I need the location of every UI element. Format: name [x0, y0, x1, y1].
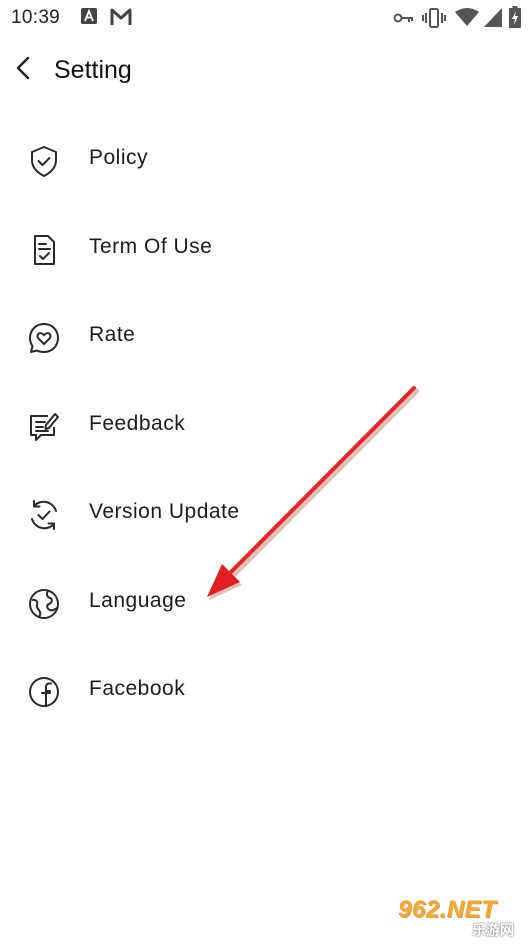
status-bar: 10:39: [0, 0, 532, 36]
menu-item-feedback[interactable]: Feedback: [0, 382, 532, 471]
menu-item-label: Language: [89, 588, 187, 612]
chevron-left-icon: [15, 55, 33, 86]
facebook-icon: [26, 674, 62, 710]
menu-item-label: Rate: [89, 323, 136, 346]
menu-item-term-of-use[interactable]: Term Of Use: [0, 205, 532, 294]
menu-item-label: Feedback: [89, 411, 186, 435]
heart-chat-icon: [26, 320, 62, 356]
gmail-icon: [110, 8, 132, 31]
menu-item-label: Version Update: [89, 500, 240, 523]
menu-item-language[interactable]: Language: [0, 559, 532, 648]
menu-item-facebook[interactable]: Facebook: [0, 647, 532, 736]
status-time: 10:39: [11, 7, 61, 28]
vpn-key-icon: [393, 11, 415, 30]
globe-icon: [26, 586, 62, 622]
menu-item-version-update[interactable]: Version Update: [0, 470, 532, 559]
menu-item-label: Policy: [89, 146, 149, 169]
menu-item-label: Facebook: [89, 677, 186, 700]
refresh-check-icon: [26, 497, 62, 533]
menu-item-policy[interactable]: Policy: [0, 116, 532, 205]
watermark-subtext: 乐游网: [472, 922, 514, 938]
menu-item-rate[interactable]: Rate: [0, 293, 532, 382]
feedback-edit-icon: [26, 409, 62, 445]
back-button[interactable]: [6, 52, 42, 88]
a-app-icon: [81, 8, 97, 29]
header: Setting: [0, 42, 532, 100]
document-check-icon: [26, 232, 62, 268]
battery-charging-icon: [509, 6, 521, 33]
page-title: Setting: [54, 56, 132, 84]
shield-check-icon: [26, 143, 62, 179]
watermark: 962.NET 乐游网: [394, 896, 526, 940]
settings-menu-list: Policy Term Of Use Rate Feedback Version…: [0, 116, 532, 736]
vibrate-icon: [422, 8, 446, 33]
menu-item-label: Term Of Use: [89, 234, 213, 258]
signal-icon: [484, 8, 502, 32]
wifi-icon: [455, 8, 479, 32]
